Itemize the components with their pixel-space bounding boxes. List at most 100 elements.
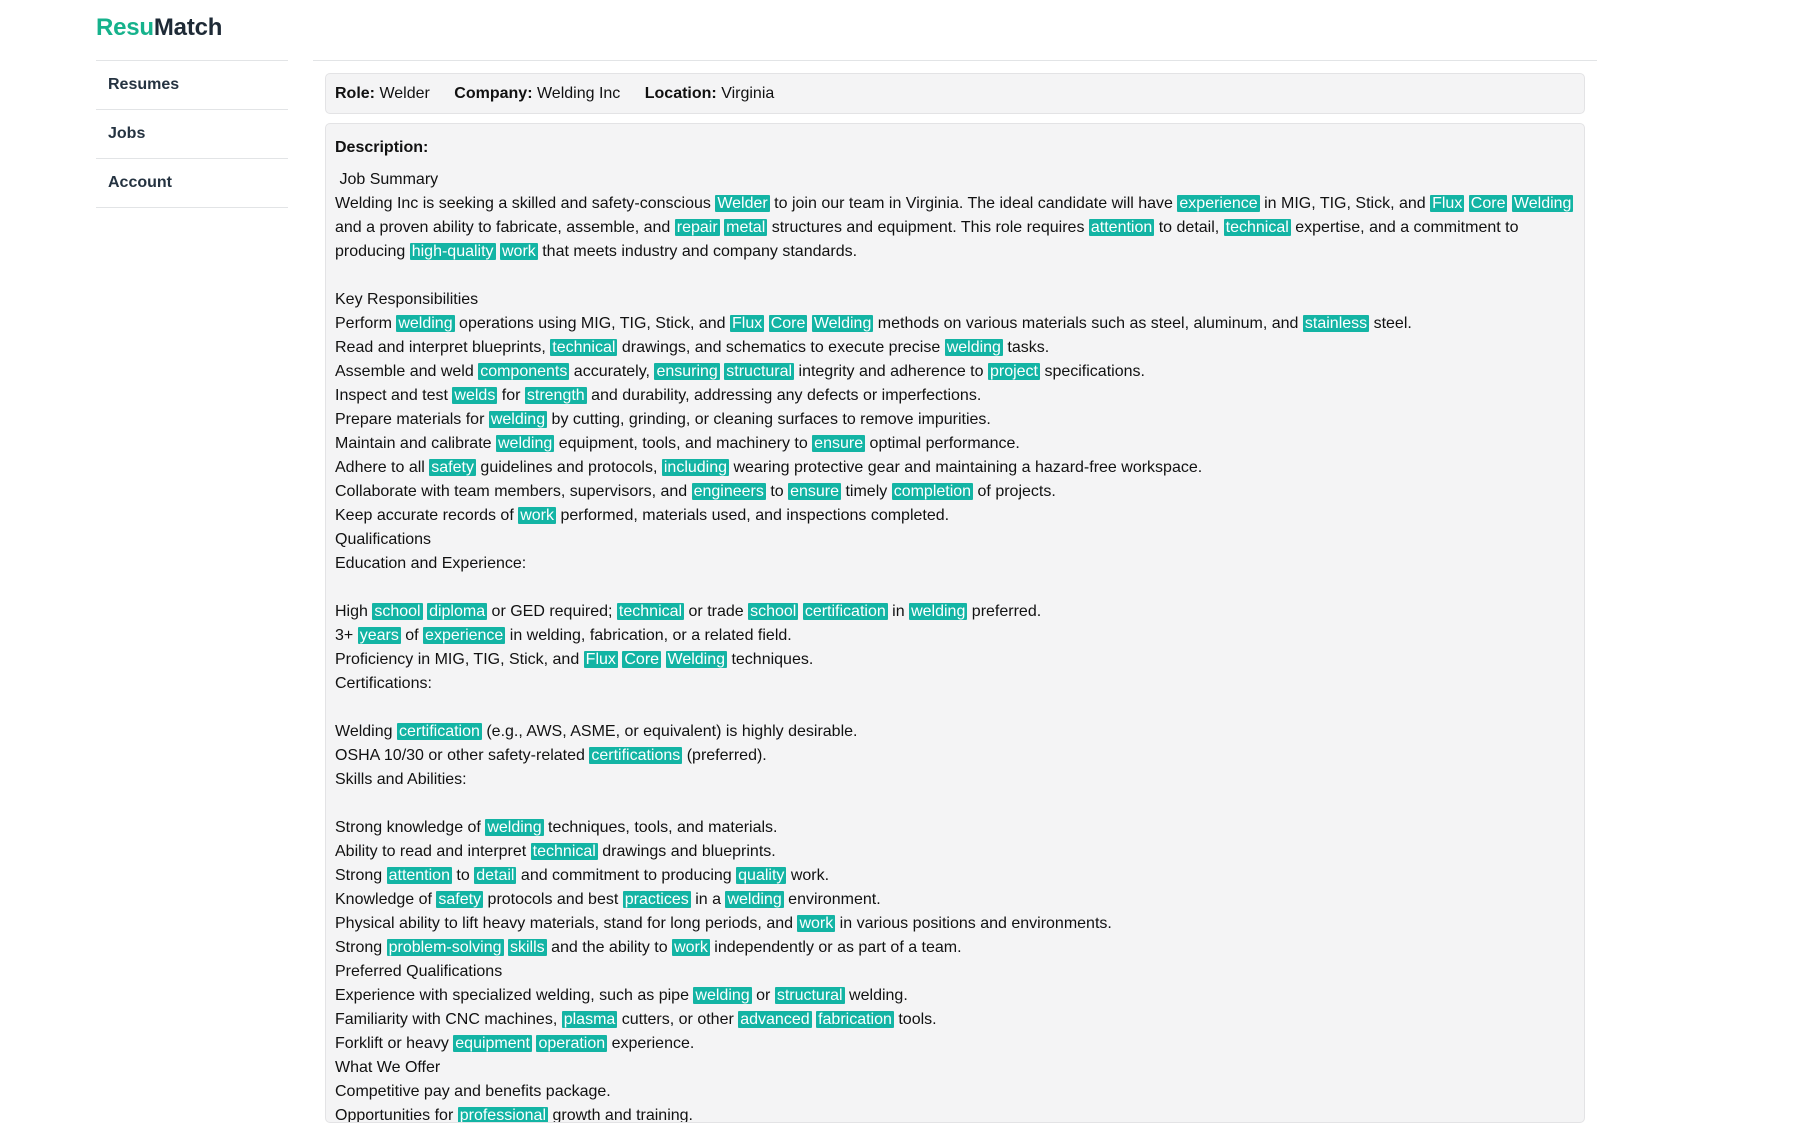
description-segment: in MIG, TIG, Stick, and	[1259, 195, 1431, 212]
description-segment: Job Summary Welding Inc is seeking a ski…	[335, 171, 711, 212]
description-text: Job Summary Welding Inc is seeking a ski…	[335, 168, 1575, 1123]
sidebar-nav: Resumes Jobs Account	[96, 60, 288, 208]
keyword-highlight: work	[797, 915, 836, 932]
description-segment: or GED required;	[487, 603, 617, 620]
job-location-label: Location:	[644, 85, 717, 102]
keyword-highlight: fabrication	[816, 1011, 894, 1028]
keyword-highlight: welding	[396, 315, 455, 332]
keyword-highlight: technical	[616, 603, 685, 620]
keyword-highlight: Core	[1468, 195, 1508, 212]
keyword-highlight: safety	[429, 459, 476, 476]
keyword-highlight: welding	[485, 819, 544, 836]
sidebar-item-account[interactable]: Account	[96, 159, 288, 208]
keyword-highlight: welding	[488, 411, 548, 428]
keyword-highlight: Welding	[811, 315, 874, 332]
job-company-label: Company:	[454, 85, 533, 102]
job-company: Company: Welding Inc	[454, 85, 620, 102]
description-segment: to detail,	[1154, 219, 1224, 236]
keyword-highlight: equipment	[453, 1035, 532, 1052]
keyword-highlight: work	[518, 507, 556, 524]
description-segment: accurately,	[569, 363, 655, 380]
keyword-highlight: Flux	[1430, 195, 1465, 212]
keyword-highlight: school	[372, 603, 423, 620]
job-location: Location: Virginia	[645, 85, 775, 102]
description-segment: and the ability to	[546, 939, 673, 956]
keyword-highlight: high-quality	[409, 243, 496, 260]
description-segment: operations using MIG, TIG, Stick, and	[454, 315, 730, 332]
logo-text-resu: Resu	[96, 14, 154, 41]
keyword-highlight: Core	[768, 315, 808, 332]
job-meta-card: Role: Welder Company: Welding Inc Locati…	[325, 73, 1585, 114]
description-segment: structures and equipment. This role requ…	[767, 219, 1089, 236]
description-segment: in	[887, 603, 910, 620]
keyword-highlight: Welder	[715, 195, 770, 212]
description-segment: and commitment to producing	[516, 867, 737, 884]
keyword-highlight: experience	[423, 627, 506, 644]
keyword-highlight: welding	[944, 339, 1003, 356]
description-segment: to	[451, 867, 475, 884]
job-description-card: Description: Job Summary Welding Inc is …	[325, 123, 1585, 1123]
keyword-highlight: welding	[909, 603, 968, 620]
keyword-highlight: metal	[724, 219, 768, 236]
keyword-highlight: skills	[507, 939, 547, 956]
description-segment: cutters, or other	[617, 1011, 739, 1028]
keyword-highlight: certifications	[589, 747, 683, 764]
keyword-highlight: structural	[724, 363, 795, 380]
keyword-highlight: advanced	[738, 1011, 812, 1028]
app-logo[interactable]: ResuMatch	[96, 14, 222, 42]
keyword-highlight: quality	[736, 867, 787, 884]
job-role-label: Role:	[335, 85, 375, 102]
keyword-highlight: including	[661, 459, 730, 476]
keyword-highlight: structural	[774, 987, 845, 1004]
logo-text-match: Match	[153, 14, 223, 41]
keyword-highlight: safety	[436, 891, 484, 908]
keyword-highlight: attention	[1088, 219, 1155, 236]
description-segment: protocols and best	[483, 891, 623, 908]
description-segment: methods on various materials such as ste…	[873, 315, 1303, 332]
keyword-highlight: repair	[674, 219, 720, 236]
keyword-highlight: detail	[474, 867, 517, 884]
keyword-highlight: years	[357, 627, 401, 644]
keyword-highlight: Core	[622, 651, 662, 668]
keyword-highlight: professional	[457, 1107, 549, 1123]
header-divider	[313, 60, 1597, 61]
keyword-highlight: welds	[452, 387, 498, 404]
keyword-highlight: practices	[622, 891, 691, 908]
description-segment: of	[400, 627, 424, 644]
description-segment: growth and training.	[548, 1107, 693, 1123]
keyword-highlight: technical	[530, 843, 598, 860]
description-segment: for	[497, 387, 525, 404]
keyword-highlight: ensure	[812, 435, 866, 452]
description-segment: drawings, and schematics to execute prec…	[617, 339, 945, 356]
description-segment	[661, 651, 665, 668]
keyword-highlight: project	[987, 363, 1040, 380]
keyword-highlight: certification	[802, 603, 888, 620]
keyword-highlight: experience	[1177, 195, 1260, 212]
job-role: Role: Welder	[335, 85, 430, 102]
keyword-highlight: certification	[396, 723, 482, 740]
keyword-highlight: stainless	[1302, 315, 1370, 332]
keyword-highlight: problem-solving	[386, 939, 504, 956]
keyword-highlight: school	[748, 603, 799, 620]
description-segment: equipment, tools, and machinery to	[554, 435, 813, 452]
description-segment: or trade	[684, 603, 749, 620]
keyword-highlight: ensuring	[654, 363, 720, 380]
job-role-value: Welder	[379, 85, 430, 102]
description-segment: in a	[690, 891, 726, 908]
keyword-highlight: technical	[550, 339, 618, 356]
description-segment: integrity and adherence to	[794, 363, 988, 380]
keyword-highlight: completion	[891, 483, 974, 500]
keyword-highlight: plasma	[561, 1011, 618, 1028]
keyword-highlight: Flux	[583, 651, 618, 668]
keyword-highlight: technical	[1223, 219, 1291, 236]
keyword-highlight: engineers	[691, 483, 766, 500]
keyword-highlight: strength	[524, 387, 587, 404]
keyword-highlight: welding	[725, 891, 784, 908]
keyword-highlight: welding	[495, 435, 555, 452]
keyword-highlight: Welding	[665, 651, 728, 668]
sidebar-item-resumes[interactable]: Resumes	[96, 61, 288, 110]
keyword-highlight: Welding	[1511, 195, 1574, 212]
sidebar-item-jobs[interactable]: Jobs	[96, 110, 288, 159]
keyword-highlight: work	[500, 243, 538, 260]
keyword-highlight: work	[672, 939, 710, 956]
